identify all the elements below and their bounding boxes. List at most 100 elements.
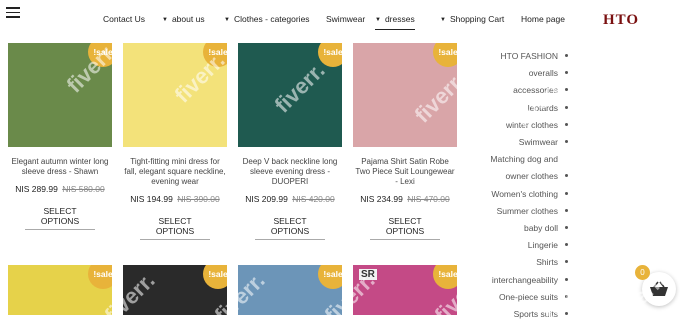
old-price: NIS 390.00 [177,194,220,204]
product-card[interactable]: !sale [8,265,112,315]
sale-badge: !sale [318,265,342,289]
sidebar-category-item[interactable]: baby doll [490,220,568,237]
sidebar-category-item[interactable]: Lingerie [490,237,568,254]
sidebar-item-label: baby doll [523,223,558,234]
sidebar-item-label: winter clothes [506,119,558,130]
bullet-icon [565,277,568,281]
sidebar-category-item[interactable]: leotards [490,100,568,117]
product-image[interactable]: !sale [123,265,227,315]
sidebar-category-item[interactable]: accessories [490,82,568,99]
sidebar-item-label: interchangeability [491,274,558,285]
product-card[interactable]: !sale Deep V back neckline long sleeve ev… [238,43,342,240]
product-card[interactable]: !sale [123,265,227,315]
select-options-button[interactable]: SELECT OPTIONS [370,216,440,240]
product-image[interactable]: SR !sale [353,265,457,315]
product-image[interactable]: !sale [123,43,227,147]
product-image[interactable]: !sale [353,43,457,147]
current-price: NIS 289.99 [15,184,58,194]
cart-count-badge: 0 [635,265,650,280]
sidebar-category-item[interactable]: Sports suits [490,306,568,323]
caret-down-icon: ▼ [440,17,446,23]
sidebar-category-item[interactable]: Matching dog and [490,151,568,168]
product-title[interactable]: Pajama Shirt Satin Robe Two Piece Suit L… [353,157,457,187]
old-price: NIS 580.00 [62,184,105,194]
sale-badge: !sale [318,43,342,67]
bullet-icon [565,54,568,57]
nav-about-label: about us [171,14,205,24]
sidebar-item-label: accessories [513,85,558,96]
sidebar-category-item[interactable]: winter clothes [490,117,568,134]
sidebar-item-label: Swimwear [518,137,558,148]
product-image[interactable]: !sale [238,265,342,315]
nav-contact[interactable]: Contact Us [103,14,145,24]
nav-categories[interactable]: ▼ Clothes - categories [224,14,310,24]
sidebar-category-item[interactable]: interchangeability [490,272,568,289]
product-title[interactable]: Elegant autumn winter long sleeve dress … [8,157,112,177]
menu-icon[interactable] [6,7,20,19]
select-options-button[interactable]: SELECT OPTIONS [255,216,325,240]
sidebar-category-item[interactable]: Women's clothing [490,186,568,203]
bullet-icon [565,174,568,178]
nav-dresses[interactable]: ▼ dresses [375,14,415,30]
bullet-icon [565,71,568,75]
bullet-icon [565,294,568,298]
sidebar-category-item[interactable]: Shirts [490,254,568,271]
product-card[interactable]: SR !sale [353,265,457,315]
sidebar-item-label: leotards [527,102,558,113]
product-title[interactable]: Deep V back neckline long sleeve evening… [238,157,342,187]
nav-dresses-label: dresses [384,14,415,24]
bullet-icon [565,260,568,264]
product-card[interactable]: !sale Pajama Shirt Satin Robe Two Piece S… [353,43,457,240]
sidebar-category-item[interactable]: Swimwear [490,134,568,151]
product-price: NIS 209.99 NIS 420.00 [238,194,342,204]
sidebar-item-label: overalls [528,68,558,79]
sidebar-category-item[interactable]: HTO FASHION [490,48,568,65]
bullet-icon [565,208,568,212]
sale-badge: !sale [88,265,112,289]
category-sidebar: HTO FASHION overalls accessories leotards wi… [490,48,568,323]
sidebar-item-label: Lingerie [527,240,558,251]
old-price: NIS 420.00 [292,194,335,204]
product-image[interactable]: !sale [8,43,112,147]
sidebar-item-label: HTO FASHION [500,51,558,61]
sidebar-item-label: Summer clothes [496,205,558,216]
bullet-icon [565,122,568,126]
bullet-icon [565,243,568,247]
bullet-icon [565,105,568,109]
sidebar-category-item[interactable]: One-piece suits [490,289,568,306]
product-title[interactable]: Tight-fitting mini dress for fall, elega… [123,157,227,187]
sidebar-category-item[interactable]: Summer clothes [490,203,568,220]
caret-down-icon: ▼ [162,17,168,23]
nav-cart-label: Shopping Cart [449,14,505,24]
product-card[interactable]: !sale Elegant autumn winter long sleeve d… [8,43,112,230]
sale-badge: !sale [433,265,457,289]
sidebar-category-item[interactable]: owner clothes [490,168,568,185]
current-price: NIS 234.99 [360,194,403,204]
site-logo[interactable]: HTO [603,12,639,29]
product-card[interactable]: !sale [238,265,342,315]
product-image[interactable]: !sale [238,43,342,147]
bullet-icon [565,226,568,230]
product-card[interactable]: !sale Tight-fitting mini dress for fall, … [123,43,227,240]
product-price: NIS 289.99 NIS 580.00 [8,184,112,194]
sidebar-item-label: Shirts [536,257,558,268]
bullet-icon [565,191,568,195]
nav-cart[interactable]: ▼ Shopping Cart [440,14,504,24]
nav-categories-label: Clothes - categories [233,14,310,24]
bullet-icon [565,88,568,92]
select-options-button[interactable]: SELECT OPTIONS [25,206,95,230]
sidebar-category-item[interactable]: overalls [490,65,568,82]
product-image[interactable]: !sale [8,265,112,315]
sidebar-item-label: Women's clothing [491,188,558,199]
nav-swimwear[interactable]: Swimwear [326,14,365,24]
current-price: NIS 209.99 [245,194,288,204]
basket-icon [650,281,668,296]
sidebar-item-label: One-piece suits [498,291,558,302]
product-price: NIS 194.99 NIS 390.00 [123,194,227,204]
sidebar-item-label: Matching dog and [490,154,558,165]
select-options-button[interactable]: SELECT OPTIONS [140,216,210,240]
caret-down-icon: ▼ [224,17,230,23]
current-price: NIS 194.99 [130,194,173,204]
nav-about[interactable]: ▼ about us [162,14,205,24]
nav-home[interactable]: Home page [521,14,565,24]
